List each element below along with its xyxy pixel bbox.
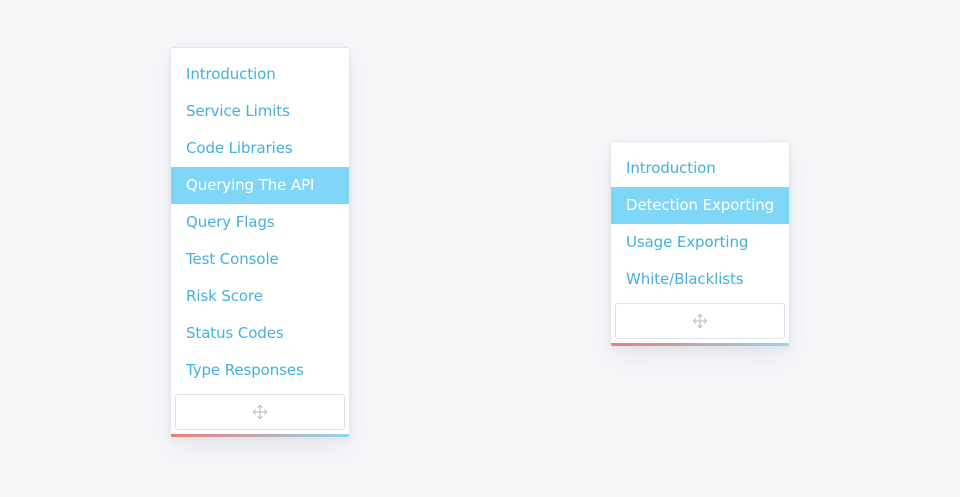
right-floating-menu: Introduction Detection Exporting Usage E… [610, 141, 790, 347]
right-menu-item-introduction[interactable]: Introduction [611, 150, 789, 187]
right-menu-item-detection-exporting[interactable]: Detection Exporting [611, 187, 789, 224]
left-menu-item-querying-the-api[interactable]: Querying The API [171, 167, 349, 204]
left-menu-item-risk-score[interactable]: Risk Score [171, 278, 349, 315]
left-menu-list: Introduction Service Limits Code Librari… [171, 56, 349, 389]
move-arrows-icon [692, 313, 708, 329]
move-arrows-icon [252, 404, 268, 420]
right-menu-accent-bar [611, 343, 789, 346]
right-menu-item-white-blacklists[interactable]: White/Blacklists [611, 261, 789, 298]
left-menu-item-test-console[interactable]: Test Console [171, 241, 349, 278]
left-menu-item-type-responses[interactable]: Type Responses [171, 352, 349, 389]
left-floating-menu: Introduction Service Limits Code Librari… [170, 47, 350, 438]
right-menu-list: Introduction Detection Exporting Usage E… [611, 150, 789, 298]
right-menu-item-usage-exporting[interactable]: Usage Exporting [611, 224, 789, 261]
left-menu-item-introduction[interactable]: Introduction [171, 56, 349, 93]
right-menu-drag-handle[interactable] [615, 303, 785, 339]
left-menu-item-status-codes[interactable]: Status Codes [171, 315, 349, 352]
left-menu-item-query-flags[interactable]: Query Flags [171, 204, 349, 241]
left-menu-accent-bar [171, 434, 349, 437]
left-menu-drag-handle[interactable] [175, 394, 345, 430]
left-menu-item-service-limits[interactable]: Service Limits [171, 93, 349, 130]
left-menu-item-code-libraries[interactable]: Code Libraries [171, 130, 349, 167]
